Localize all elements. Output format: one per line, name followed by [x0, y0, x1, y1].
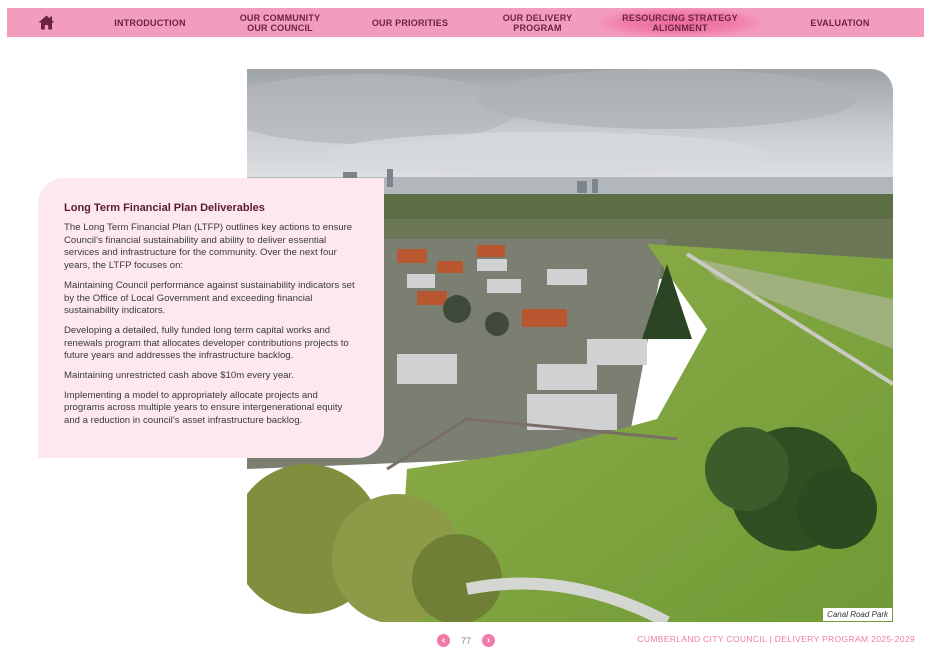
nav-resourcing-strategy-alignment[interactable]: RESOURCING STRATEGY ALIGNMENT	[600, 8, 760, 37]
card-paragraph-capital-works: Developing a detailed, fully funded long…	[64, 324, 349, 362]
chevron-left-icon: ‹	[441, 635, 446, 646]
chevron-right-icon: ›	[486, 635, 491, 646]
document-footer-title: CUMBERLAND CITY COUNCIL | DELIVERY PROGR…	[637, 634, 915, 644]
home-icon	[38, 15, 54, 30]
card-paragraph-allocation-model: Implementing a model to appropriately al…	[64, 389, 343, 427]
card-paragraph-cash: Maintaining unrestricted cash above $10m…	[64, 370, 294, 382]
nav-our-delivery-program[interactable]: OUR DELIVERY PROGRAM	[475, 8, 600, 37]
photo-caption: Canal Road Park	[823, 608, 892, 621]
nav-evaluation[interactable]: EVALUATION	[760, 8, 920, 37]
ltfp-deliverables-card: Long Term Financial Plan Deliverables Th…	[38, 178, 384, 458]
nav-our-community-our-council[interactable]: OUR COMMUNITY OUR COUNCIL	[215, 8, 345, 37]
page-navigation: ‹ 77 ›	[437, 634, 495, 647]
card-paragraph-intro: The Long Term Financial Plan (LTFP) outl…	[64, 222, 353, 272]
nav-introduction[interactable]: INTRODUCTION	[85, 8, 215, 37]
card-paragraph-indicators: Maintaining Council performance against …	[64, 279, 355, 317]
top-navigation: INTRODUCTION OUR COMMUNITY OUR COUNCIL O…	[7, 8, 924, 37]
previous-page-button[interactable]: ‹	[437, 634, 450, 647]
next-page-button[interactable]: ›	[482, 634, 495, 647]
home-button[interactable]	[7, 8, 85, 37]
page-number: 77	[460, 635, 471, 646]
card-title: Long Term Financial Plan Deliverables	[64, 202, 265, 214]
nav-our-priorities[interactable]: OUR PRIORITIES	[345, 8, 475, 37]
